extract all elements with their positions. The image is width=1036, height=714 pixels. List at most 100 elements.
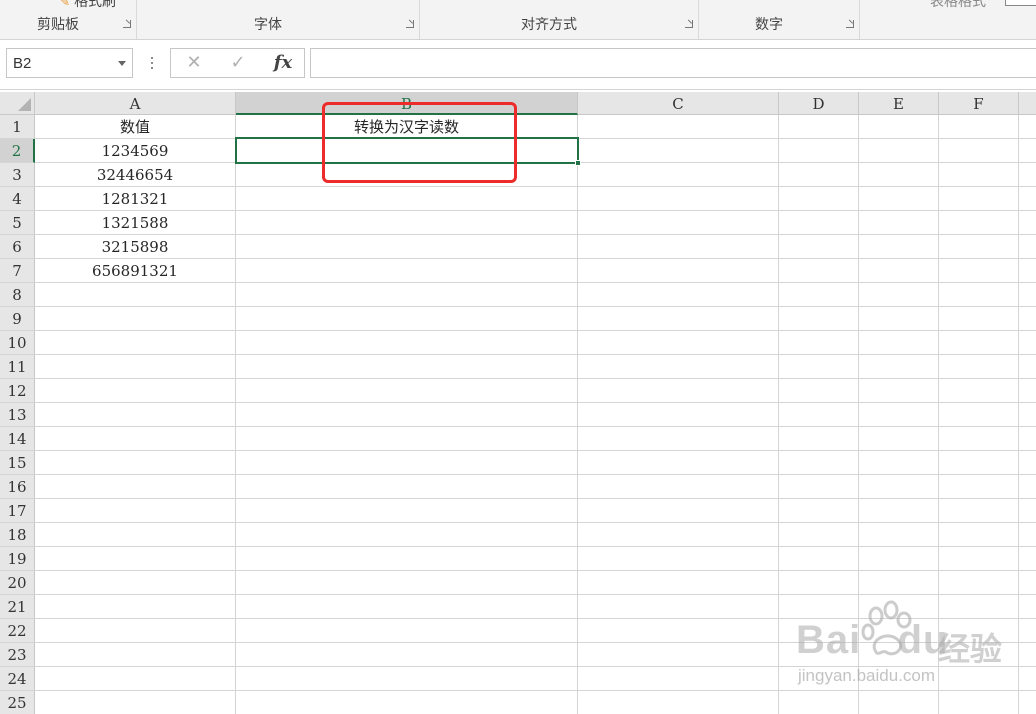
row-header[interactable]: 16 [0, 475, 35, 499]
row-header[interactable]: 10 [0, 331, 35, 355]
cell-d12[interactable] [779, 379, 859, 403]
cell-e6[interactable] [859, 235, 939, 259]
row-header[interactable]: 22 [0, 619, 35, 643]
row-header[interactable]: 9 [0, 307, 35, 331]
cell-a3[interactable]: 32446654 [35, 163, 236, 187]
cell-d10[interactable] [779, 331, 859, 355]
cell-f11[interactable] [939, 355, 1019, 379]
row-header[interactable]: 19 [0, 547, 35, 571]
cell-d7[interactable] [779, 259, 859, 283]
row-header[interactable]: 5 [0, 211, 35, 235]
cell-c15[interactable] [578, 451, 779, 475]
cell-a4[interactable]: 1281321 [35, 187, 236, 211]
cancel-icon[interactable]: ✕ [174, 49, 214, 77]
row-header[interactable]: 2 [0, 139, 35, 163]
cell-c9[interactable] [578, 307, 779, 331]
cell-d9[interactable] [779, 307, 859, 331]
cell-b14[interactable] [236, 427, 578, 451]
cell-b6[interactable] [236, 235, 578, 259]
name-box[interactable]: B2 [6, 48, 133, 78]
cell-f5[interactable] [939, 211, 1019, 235]
cell-f15[interactable] [939, 451, 1019, 475]
cell-b16[interactable] [236, 475, 578, 499]
cell-g19[interactable] [1019, 547, 1036, 571]
cell-d20[interactable] [779, 571, 859, 595]
column-header-d[interactable]: D [779, 92, 859, 115]
cell-d5[interactable] [779, 211, 859, 235]
select-all-button[interactable] [0, 92, 35, 115]
cell-g14[interactable] [1019, 427, 1036, 451]
cell-c25[interactable] [578, 691, 779, 714]
cell-c4[interactable] [578, 187, 779, 211]
row-header[interactable]: 20 [0, 571, 35, 595]
cell-e18[interactable] [859, 523, 939, 547]
cell-a16[interactable] [35, 475, 236, 499]
row-header[interactable]: 13 [0, 403, 35, 427]
cell-g15[interactable] [1019, 451, 1036, 475]
cell-b19[interactable] [236, 547, 578, 571]
cell-a22[interactable] [35, 619, 236, 643]
cell-a2[interactable]: 1234569 [35, 139, 236, 163]
row-header[interactable]: 17 [0, 499, 35, 523]
cell-a13[interactable] [35, 403, 236, 427]
cell-d4[interactable] [779, 187, 859, 211]
cell-a21[interactable] [35, 595, 236, 619]
row-header[interactable]: 25 [0, 691, 35, 714]
cell-c11[interactable] [578, 355, 779, 379]
cell-a12[interactable] [35, 379, 236, 403]
cell-b15[interactable] [236, 451, 578, 475]
row-header[interactable]: 18 [0, 523, 35, 547]
cell-f7[interactable] [939, 259, 1019, 283]
cell-f13[interactable] [939, 403, 1019, 427]
cell-d13[interactable] [779, 403, 859, 427]
cell-b22[interactable] [236, 619, 578, 643]
column-header-a[interactable]: A [35, 92, 236, 115]
cell-a8[interactable] [35, 283, 236, 307]
cell-e19[interactable] [859, 547, 939, 571]
row-header[interactable]: 14 [0, 427, 35, 451]
row-header[interactable]: 15 [0, 451, 35, 475]
table-style-dropdown[interactable] [1005, 0, 1036, 6]
cell-a9[interactable] [35, 307, 236, 331]
fill-handle[interactable] [575, 160, 581, 166]
cell-f10[interactable] [939, 331, 1019, 355]
cell-e2[interactable] [859, 139, 939, 163]
column-header-g[interactable] [1019, 92, 1036, 115]
cell-e7[interactable] [859, 259, 939, 283]
cell-c5[interactable] [578, 211, 779, 235]
cell-d16[interactable] [779, 475, 859, 499]
number-dialog-launcher-icon[interactable] [846, 20, 855, 29]
cell-c21[interactable] [578, 595, 779, 619]
row-header[interactable]: 7 [0, 259, 35, 283]
cell-c20[interactable] [578, 571, 779, 595]
cell-d2[interactable] [779, 139, 859, 163]
chevron-down-icon[interactable] [118, 61, 126, 66]
checkmark-icon[interactable]: ✓ [218, 49, 258, 77]
cell-f2[interactable] [939, 139, 1019, 163]
row-header[interactable]: 21 [0, 595, 35, 619]
cell-e14[interactable] [859, 427, 939, 451]
cell-f17[interactable] [939, 499, 1019, 523]
cell-c2[interactable] [578, 139, 779, 163]
row-header[interactable]: 24 [0, 667, 35, 691]
cell-g5[interactable] [1019, 211, 1036, 235]
cell-a20[interactable] [35, 571, 236, 595]
cell-a7[interactable]: 656891321 [35, 259, 236, 283]
cell-a5[interactable]: 1321588 [35, 211, 236, 235]
cell-e8[interactable] [859, 283, 939, 307]
cell-c18[interactable] [578, 523, 779, 547]
cell-f14[interactable] [939, 427, 1019, 451]
cell-c24[interactable] [578, 667, 779, 691]
cell-a14[interactable] [35, 427, 236, 451]
cell-g12[interactable] [1019, 379, 1036, 403]
cell-d8[interactable] [779, 283, 859, 307]
cell-c3[interactable] [578, 163, 779, 187]
cell-f16[interactable] [939, 475, 1019, 499]
cell-a19[interactable] [35, 547, 236, 571]
cell-e15[interactable] [859, 451, 939, 475]
cell-b4[interactable] [236, 187, 578, 211]
cell-d1[interactable] [779, 115, 859, 139]
cell-c12[interactable] [578, 379, 779, 403]
cell-a18[interactable] [35, 523, 236, 547]
row-header[interactable]: 12 [0, 379, 35, 403]
